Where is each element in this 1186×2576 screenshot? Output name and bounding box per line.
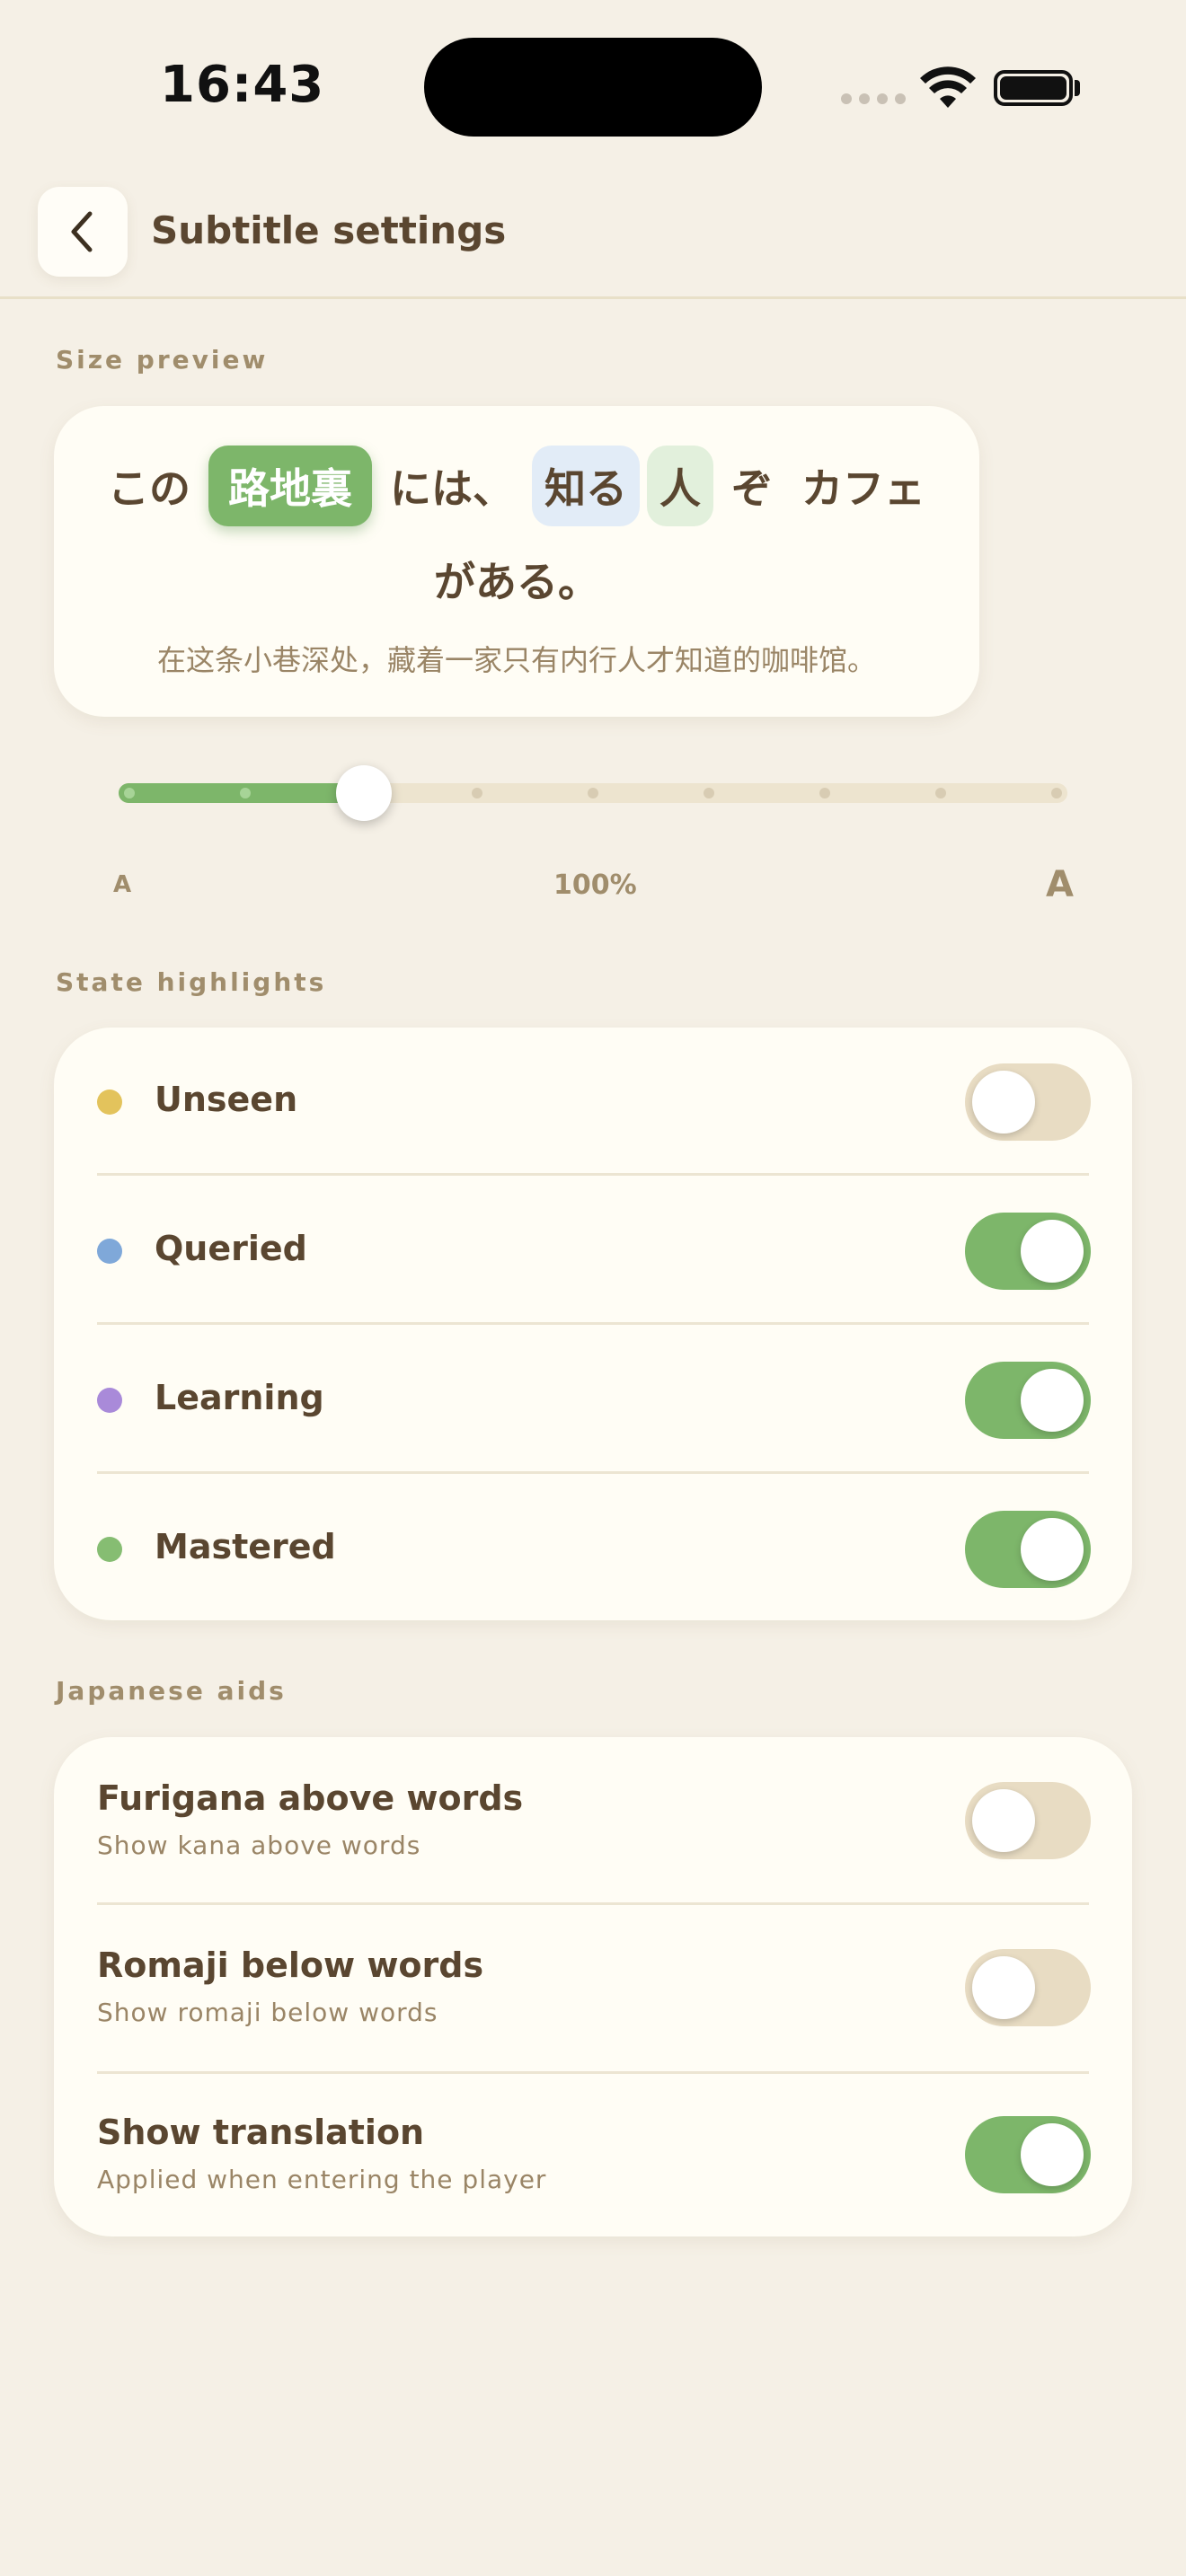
row-divider — [97, 1902, 1089, 1905]
header-divider — [0, 296, 1186, 299]
battery-icon — [994, 70, 1073, 106]
aid-subtitle: Show kana above words — [97, 1831, 421, 1860]
state-dot-unseen — [97, 1090, 122, 1115]
slider-tick[interactable] — [1051, 788, 1062, 798]
row-divider — [97, 1471, 1089, 1474]
aid-title: Furigana above words — [97, 1778, 524, 1818]
aid-row-furigana: Furigana above words Show kana above wor… — [54, 1737, 1132, 1904]
preview-token: には、 — [390, 464, 514, 513]
aid-row-romaji: Romaji below words Show romaji below wor… — [54, 1906, 1132, 2073]
state-row-unseen: Unseen — [54, 1028, 1132, 1177]
state-dot-queried — [97, 1239, 122, 1264]
state-row-learning: Learning — [54, 1326, 1132, 1475]
row-divider — [97, 1322, 1089, 1325]
slider-tick[interactable] — [704, 788, 714, 798]
aid-subtitle: Applied when entering the player — [97, 2165, 547, 2194]
size-value-label: 100% — [553, 869, 637, 901]
preview-token-learning: 人 — [647, 446, 713, 526]
preview-token: カフェ — [801, 464, 925, 513]
chevron-left-icon — [71, 211, 93, 252]
toggle-learning[interactable] — [965, 1362, 1091, 1439]
state-label: Learning — [155, 1378, 324, 1417]
preview-token-mastered: 路地裏 — [208, 446, 372, 526]
state-label: Queried — [155, 1229, 307, 1268]
state-label: Unseen — [155, 1080, 298, 1119]
preview-token: がある。 — [434, 558, 599, 606]
page-title: Subtitle settings — [151, 208, 507, 252]
slider-tick[interactable] — [588, 788, 598, 798]
size-small-label: A — [113, 871, 132, 898]
slider-tick[interactable] — [472, 788, 482, 798]
status-time: 16:43 — [160, 56, 325, 114]
state-label: Mastered — [155, 1527, 336, 1566]
back-button[interactable] — [38, 187, 128, 277]
state-row-queried: Queried — [54, 1177, 1132, 1326]
state-dot-learning — [97, 1388, 122, 1413]
state-highlights-card: Unseen Queried Learning Mastered — [54, 1028, 1132, 1620]
preview-translation: 在这条小巷深处，藏着一家只有内行人才知道的咖啡馆。 — [156, 643, 876, 677]
section-label-size-preview: Size preview — [56, 345, 269, 375]
slider-tick[interactable] — [240, 788, 251, 798]
slider-tick[interactable] — [819, 788, 830, 798]
section-label-japanese-aids: Japanese aids — [56, 1676, 287, 1706]
toggle-mastered[interactable] — [965, 1511, 1091, 1588]
slider-tick[interactable] — [935, 788, 946, 798]
aid-subtitle: Show romaji below words — [97, 1998, 438, 2027]
font-size-slider-thumb[interactable] — [336, 765, 392, 821]
row-divider — [97, 2071, 1089, 2074]
slider-tick[interactable] — [124, 788, 135, 798]
aid-row-translation: Show translation Applied when entering t… — [54, 2075, 1132, 2236]
preview-token: ぞ — [731, 464, 773, 513]
wifi-icon — [920, 66, 976, 108]
size-large-label: A — [1046, 864, 1074, 905]
preview-token: この — [108, 464, 190, 513]
state-row-mastered: Mastered — [54, 1475, 1132, 1620]
toggle-show-translation[interactable] — [965, 2116, 1091, 2193]
state-dot-mastered — [97, 1537, 122, 1562]
preview-line-1: この 路地裏 には、 知る 人 ぞ カフェ — [54, 446, 979, 526]
size-preview-card: この 路地裏 には、 知る 人 ぞ カフェ がある。 在这条小巷深处，藏着一家只… — [54, 406, 979, 717]
cellular-signal-icon — [841, 93, 906, 104]
toggle-furigana[interactable] — [965, 1782, 1091, 1859]
preview-line-2: がある。 — [54, 539, 979, 620]
toggle-queried[interactable] — [965, 1213, 1091, 1290]
aid-title: Romaji below words — [97, 1945, 484, 1985]
section-label-state-highlights: State highlights — [56, 967, 327, 997]
battery-tip — [1075, 80, 1080, 96]
toggle-unseen[interactable] — [965, 1063, 1091, 1141]
aid-title: Show translation — [97, 2113, 425, 2152]
preview-token-queried: 知る — [532, 446, 640, 526]
japanese-aids-card: Furigana above words Show kana above wor… — [54, 1737, 1132, 2236]
dynamic-island — [424, 38, 762, 137]
toggle-romaji[interactable] — [965, 1949, 1091, 2026]
row-divider — [97, 1173, 1089, 1176]
